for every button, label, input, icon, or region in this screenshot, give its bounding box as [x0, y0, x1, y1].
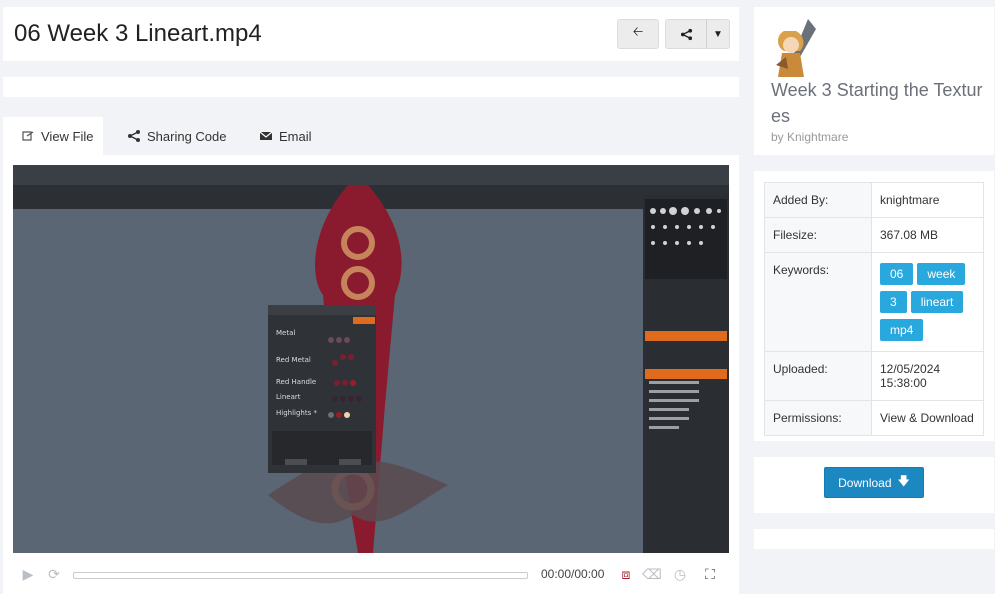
- video-still: Metal Red Metal Red Handle Lineart Highl…: [13, 165, 729, 553]
- added-by-label: Added By:: [764, 182, 872, 218]
- mute-button[interactable]: ⧈: [617, 565, 635, 583]
- download-card: Download 🡇: [754, 457, 994, 513]
- share-button[interactable]: [665, 19, 707, 49]
- filesize-label: Filesize:: [764, 217, 872, 253]
- table-row: Uploaded: 12/05/2024 15:38:00: [764, 351, 984, 401]
- player-controls: ▶ ⟳ 00:00/00:00 ⧈ ⌫ ◷ ⛶: [13, 557, 729, 591]
- filesize-value: 367.08 MB: [871, 217, 984, 253]
- svg-text:Highlights *: Highlights *: [276, 409, 317, 417]
- video-frame[interactable]: Metal Red Metal Red Handle Lineart Highl…: [13, 165, 729, 553]
- download-button[interactable]: Download 🡇: [824, 467, 924, 498]
- fullscreen-icon: ⛶: [705, 565, 715, 582]
- keyword-tag[interactable]: 06: [880, 263, 914, 285]
- keyword-tag[interactable]: mp4: [880, 319, 924, 341]
- keywords-label: Keywords:: [764, 252, 872, 352]
- share-icon: [680, 28, 692, 40]
- time-readout: 00:00/00:00: [541, 567, 605, 581]
- uploaded-value: 12/05/2024 15:38:00: [871, 351, 984, 401]
- captions-button[interactable]: ⌫: [642, 565, 662, 583]
- svg-text:Metal: Metal: [276, 329, 295, 337]
- video-player: Metal Red Metal Red Handle Lineart Highl…: [3, 155, 739, 594]
- rewind-10-icon: ⟳: [48, 565, 60, 582]
- table-row: Keywords: 06 week 3 lineart mp4: [764, 252, 984, 352]
- keyword-tag[interactable]: 3: [880, 291, 907, 313]
- table-row: Added By: knightmare: [764, 182, 984, 218]
- svg-text:Lineart: Lineart: [276, 393, 301, 401]
- download-label: Download: [838, 475, 892, 490]
- caret-down-icon: ▼: [713, 28, 723, 40]
- details-table: Added By: knightmare Filesize: 367.08 MB…: [764, 182, 984, 436]
- tab-sharing-code[interactable]: Sharing Code: [127, 117, 227, 155]
- permissions-value: View & Download: [871, 400, 984, 436]
- keywords-list: 06 week 3 lineart mp4: [871, 252, 984, 352]
- arrow-left-icon: 🡠: [632, 24, 644, 39]
- envelope-icon: [259, 131, 273, 140]
- related-file-author: by Knightmare: [771, 130, 849, 144]
- table-row: Filesize: 367.08 MB: [764, 217, 984, 253]
- svg-text:Red Metal: Red Metal: [276, 356, 311, 364]
- permissions-label: Permissions:: [764, 400, 872, 436]
- file-details: Added By: knightmare Filesize: 367.08 MB…: [754, 171, 994, 441]
- keyword-tag[interactable]: lineart: [910, 291, 964, 313]
- clock-icon: ◷: [673, 565, 687, 582]
- keyword-tag[interactable]: week: [917, 263, 966, 285]
- volume-muted-icon: ⧈: [621, 565, 631, 582]
- related-file-card[interactable]: Week 3 Starting the Textures by Knightma…: [754, 7, 994, 155]
- added-by-value: knightmare: [871, 182, 984, 218]
- svg-text:Red Handle: Red Handle: [276, 378, 316, 386]
- tab-email[interactable]: Email: [259, 117, 312, 155]
- play-button[interactable]: ▶: [19, 565, 37, 583]
- rewind-button[interactable]: ⟳: [45, 565, 63, 583]
- info-strip: [3, 77, 739, 97]
- download-arrow-icon: 🡇: [897, 474, 910, 488]
- related-file-title[interactable]: Week 3 Starting the Textures: [771, 77, 986, 129]
- page-title: 06 Week 3 Lineart.mp4: [14, 20, 262, 47]
- table-row: Permissions: View & Download: [764, 400, 984, 436]
- file-tabs: View File Sharing Code Email: [3, 117, 739, 155]
- uploaded-label: Uploaded:: [764, 351, 872, 401]
- captions-icon: ⌫: [642, 565, 662, 582]
- progress-bar[interactable]: [73, 572, 528, 579]
- share-icon: [128, 130, 140, 142]
- share-dropdown-button[interactable]: ▼: [706, 19, 730, 49]
- eye-icon: [22, 131, 34, 141]
- tab-view-file[interactable]: View File: [3, 117, 103, 155]
- play-icon: ▶: [22, 565, 34, 582]
- fullscreen-button[interactable]: ⛶: [701, 565, 719, 583]
- back-button[interactable]: 🡠: [617, 19, 659, 49]
- tab-label: Email: [279, 128, 312, 144]
- footer-strip: [754, 529, 994, 549]
- speed-button[interactable]: ◷: [671, 565, 689, 583]
- tab-label: Sharing Code: [147, 128, 227, 144]
- avatar: [776, 19, 816, 77]
- title-bar: 06 Week 3 Lineart.mp4 🡠 ▼: [3, 7, 739, 61]
- tab-label: View File: [41, 128, 94, 144]
